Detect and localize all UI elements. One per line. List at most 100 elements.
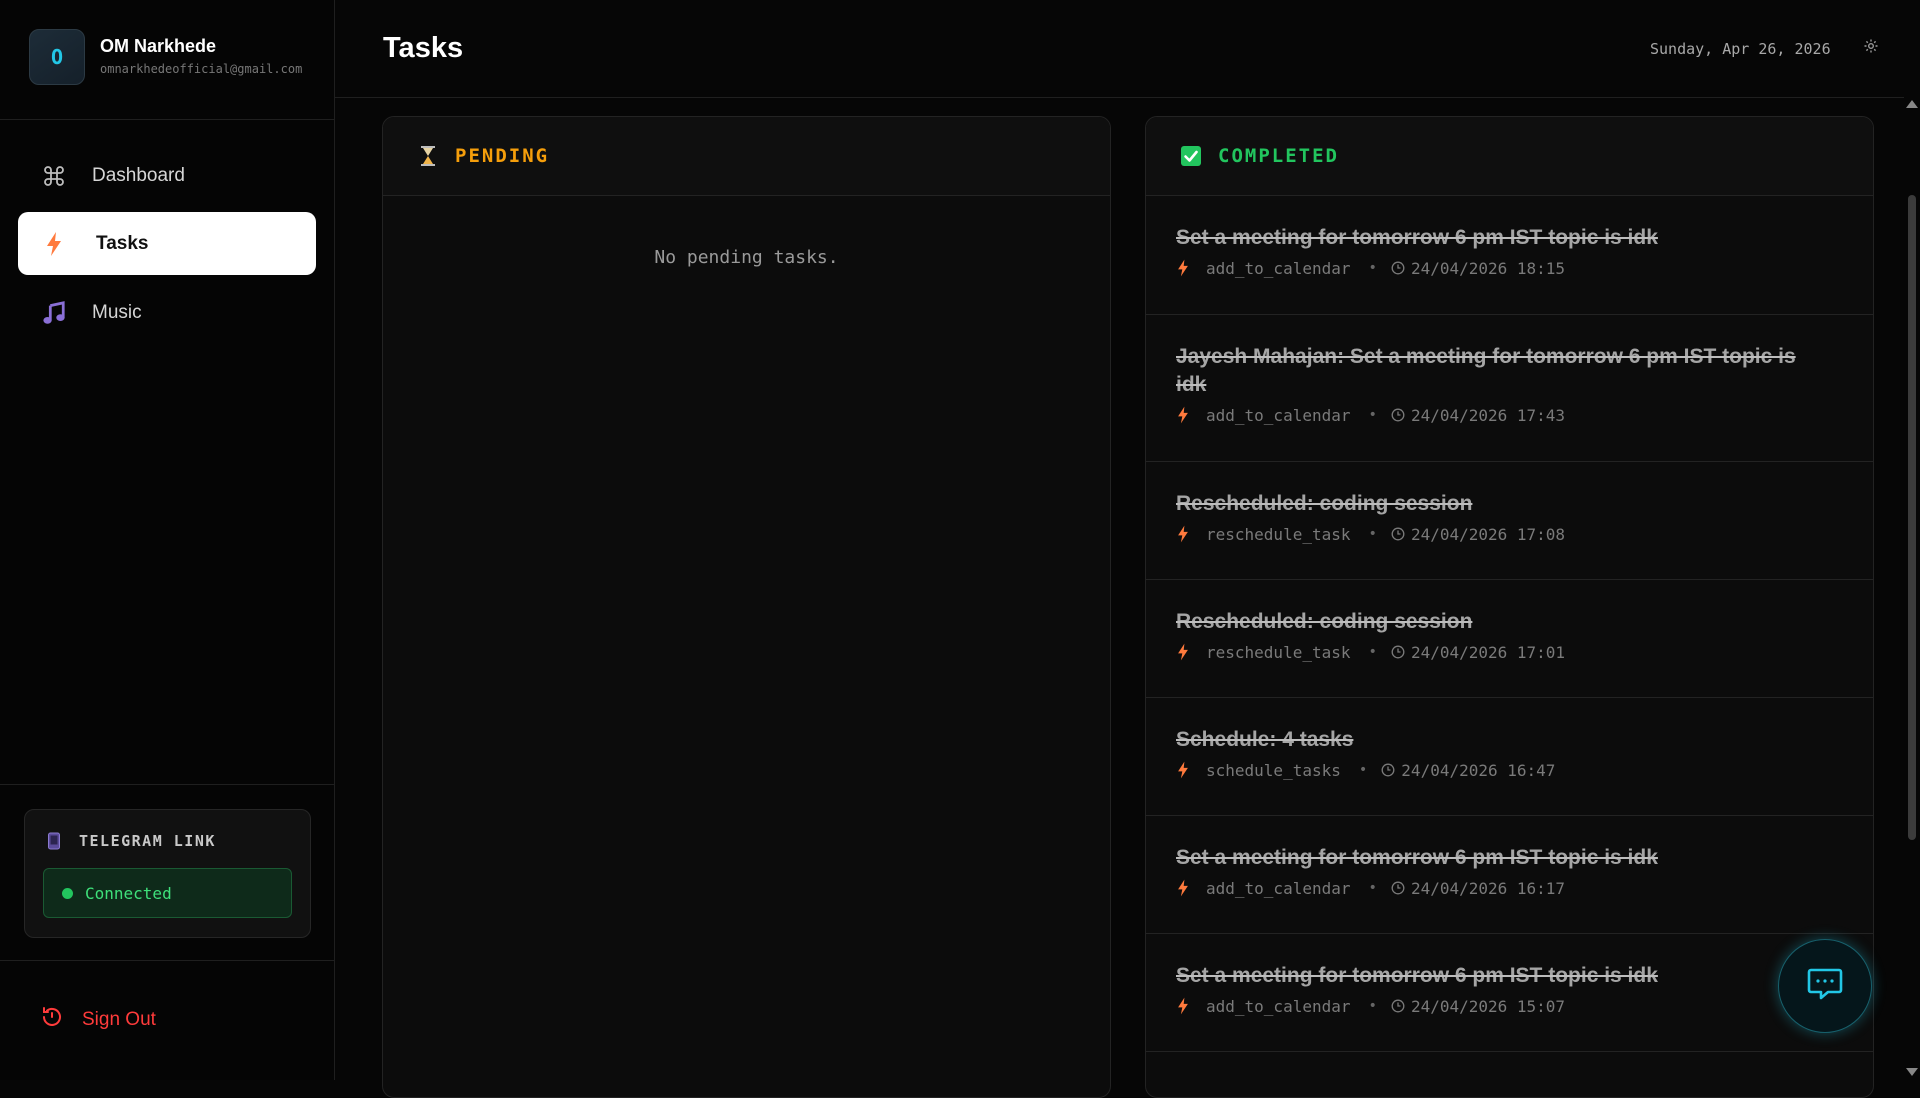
sidebar: O OM Narkhede omnarkhedeofficial@gmail.c…: [0, 0, 335, 1080]
sidebar-item-label: Dashboard: [92, 164, 185, 186]
clock-icon: [1391, 881, 1405, 895]
task-meta: add_to_calendar • 24/04/2026 18:15: [1176, 258, 1843, 278]
completed-title: COMPLETED: [1218, 145, 1339, 167]
user-email: omnarkhedeofficial@gmail.com: [100, 62, 303, 76]
bolt-icon: [1176, 405, 1190, 425]
list-item[interactable]: Set a meeting for tomorrow 6 pm IST topi…: [1146, 196, 1873, 315]
music-note-icon: [42, 300, 66, 325]
separator-dot-icon: •: [1368, 880, 1377, 896]
completed-panel-header: COMPLETED: [1146, 117, 1873, 196]
task-title: Set a meeting for tomorrow 6 pm IST topi…: [1176, 226, 1658, 249]
sidebar-item-label: Tasks: [96, 232, 149, 254]
pending-panel-header: PENDING: [383, 117, 1110, 196]
task-timestamp: 24/04/2026 15:07: [1410, 996, 1566, 1016]
telegram-status-badge: Connected: [43, 868, 292, 918]
avatar[interactable]: O: [29, 29, 85, 85]
task-meta: add_to_calendar • 24/04/2026 15:07: [1176, 996, 1843, 1016]
task-timestamp: 24/04/2026 17:08: [1410, 524, 1566, 544]
sidebar-item-label: Music: [92, 301, 142, 323]
separator-dot-icon: •: [1358, 762, 1368, 778]
task-meta: add_to_calendar • 24/04/2026 17:43: [1176, 405, 1843, 425]
user-profile: O OM Narkhede omnarkhedeofficial@gmail.c…: [0, 0, 334, 120]
empty-state-message: No pending tasks.: [654, 247, 839, 268]
page-title: Tasks: [383, 32, 464, 64]
list-item[interactable]: Rescheduled: coding session reschedule_t…: [1146, 580, 1873, 698]
telegram-status-label: Connected: [85, 883, 172, 903]
clock-icon: [1391, 527, 1405, 541]
task-meta: reschedule_task • 24/04/2026 17:01: [1176, 642, 1843, 662]
list-item[interactable]: Set a meeting for tomorrow 6 pm IST topi…: [1146, 934, 1873, 1052]
chat-bubble-icon: [1806, 966, 1844, 1007]
clock-icon: [1391, 999, 1405, 1013]
current-date: Sunday, Apr 26, 2026: [1650, 40, 1831, 58]
task-action: reschedule_task: [1206, 524, 1351, 544]
list-item[interactable]: Rescheduled: coding session reschedule_t…: [1146, 462, 1873, 580]
task-title: Rescheduled: coding session: [1176, 492, 1473, 515]
task-meta: add_to_calendar • 24/04/2026 16:17: [1176, 878, 1843, 898]
task-action: reschedule_task: [1206, 642, 1351, 662]
bolt-icon: [1176, 258, 1190, 278]
task-title: Jayesh Mahajan: Set a meeting for tomorr…: [1176, 345, 1796, 396]
task-action: add_to_calendar: [1206, 258, 1351, 278]
clock-icon: [1381, 763, 1395, 777]
separator-dot-icon: •: [1368, 644, 1377, 660]
task-action: add_to_calendar: [1206, 405, 1351, 425]
task-action: add_to_calendar: [1206, 878, 1351, 898]
separator-dot-icon: •: [1368, 526, 1377, 542]
status-dot-icon: [62, 887, 73, 899]
hourglass-icon: [417, 145, 439, 167]
list-item[interactable]: Set a meeting for tomorrow 6 pm IST topi…: [1146, 816, 1873, 934]
separator-dot-icon: •: [1368, 260, 1377, 276]
sign-out-button[interactable]: Sign Out: [40, 1005, 156, 1034]
bolt-icon: [1176, 878, 1190, 898]
divider: [0, 960, 334, 961]
task-title: Set a meeting for tomorrow 6 pm IST topi…: [1176, 846, 1658, 869]
scroll-up-arrow-icon[interactable]: [1906, 100, 1918, 108]
task-timestamp: 24/04/2026 16:47: [1401, 760, 1556, 780]
task-title: Rescheduled: coding session: [1176, 610, 1473, 633]
sidebar-item-tasks[interactable]: Tasks: [18, 212, 316, 275]
completed-task-list: Set a meeting for tomorrow 6 pm IST topi…: [1146, 196, 1873, 1052]
clock-icon: [1391, 645, 1405, 659]
gear-icon[interactable]: [1863, 38, 1879, 59]
bolt-icon: [1176, 642, 1190, 662]
scroll-down-arrow-icon[interactable]: [1906, 1068, 1918, 1076]
sign-out-label: Sign Out: [82, 1008, 156, 1030]
task-meta: schedule_tasks • 24/04/2026 16:47: [1176, 760, 1843, 780]
divider: [0, 784, 334, 785]
chat-button[interactable]: [1778, 939, 1872, 1033]
separator-dot-icon: •: [1368, 407, 1377, 423]
task-timestamp: 24/04/2026 16:17: [1410, 878, 1566, 898]
power-icon: [40, 1005, 64, 1034]
separator-dot-icon: •: [1368, 998, 1377, 1014]
scrollbar-thumb[interactable]: [1908, 195, 1916, 840]
bolt-icon: [1176, 760, 1190, 780]
top-header: Tasks Sunday, Apr 26, 2026: [335, 0, 1920, 98]
sidebar-item-music[interactable]: Music: [18, 281, 316, 344]
bolt-icon: [1176, 524, 1190, 544]
task-meta: reschedule_task • 24/04/2026 17:08: [1176, 524, 1843, 544]
telegram-link-title: TELEGRAM LINK: [79, 832, 216, 850]
command-icon: [42, 164, 66, 188]
bolt-icon: [1176, 996, 1190, 1016]
task-title: Schedule: 4 tasks: [1176, 728, 1354, 751]
task-timestamp: 24/04/2026 17:43: [1410, 405, 1566, 425]
pending-title: PENDING: [455, 145, 550, 167]
telegram-link-card: TELEGRAM LINK Connected: [24, 809, 311, 938]
phone-icon: [47, 832, 61, 855]
task-action: add_to_calendar: [1206, 996, 1351, 1016]
user-name: OM Narkhede: [100, 36, 217, 56]
sidebar-item-dashboard[interactable]: Dashboard: [18, 144, 316, 207]
list-item[interactable]: Jayesh Mahajan: Set a meeting for tomorr…: [1146, 315, 1873, 462]
task-timestamp: 24/04/2026 17:01: [1410, 642, 1566, 662]
list-item[interactable]: Schedule: 4 tasks schedule_tasks • 24/04…: [1146, 698, 1873, 816]
task-action: schedule_tasks: [1206, 760, 1341, 780]
checkbox-icon: [1180, 145, 1202, 167]
clock-icon: [1391, 261, 1405, 275]
clock-icon: [1391, 408, 1405, 422]
task-timestamp: 24/04/2026 18:15: [1410, 258, 1566, 278]
pending-panel: PENDING No pending tasks.: [382, 116, 1111, 1098]
completed-panel: COMPLETED Set a meeting for tomorrow 6 p…: [1145, 116, 1874, 1098]
bolt-icon: [42, 231, 66, 256]
task-title: Set a meeting for tomorrow 6 pm IST topi…: [1176, 964, 1658, 987]
